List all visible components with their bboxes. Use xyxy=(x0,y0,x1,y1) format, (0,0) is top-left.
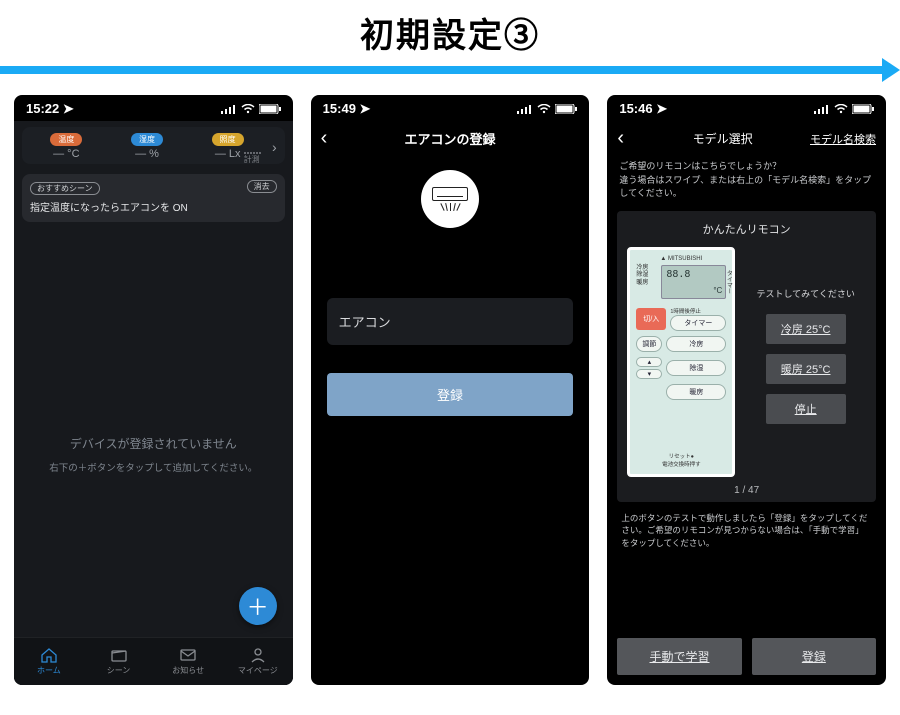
lcd-number: 88.8 xyxy=(666,269,690,280)
back-button[interactable]: ‹ xyxy=(617,127,635,150)
plus-icon: ＋ xyxy=(247,590,269,622)
temp-pill: 温度 xyxy=(50,133,82,146)
temp-value: — °C xyxy=(26,148,107,160)
phone-register-ac: 15:49 ➤ ‹ エアコンの登録 エアコン 登録 xyxy=(311,95,590,685)
battery-icon xyxy=(852,104,874,114)
remote-lcd: 88.8 °C xyxy=(661,265,726,299)
test-heat-button[interactable]: 暖房 25°C xyxy=(766,354,846,384)
phone-model-select: 15:46 ➤ ‹ モデル選択 モデル名検索 ご希望のリモコンはこちらでしょうか… xyxy=(607,95,886,685)
location-icon: ➤ xyxy=(360,101,371,116)
signal-icon xyxy=(221,104,237,114)
tab-label: お知らせ xyxy=(172,665,204,676)
remote-heat-button: 暖房 xyxy=(666,384,726,400)
register-button[interactable]: 登録 xyxy=(752,638,876,675)
ac-icon xyxy=(421,170,479,228)
signal-icon xyxy=(814,104,830,114)
model-search-link[interactable]: モデル名検索 xyxy=(810,131,876,147)
tab-label: シーン xyxy=(107,665,131,676)
lcd-unit: °C xyxy=(713,286,722,295)
tab-mypage[interactable]: マイページ xyxy=(223,638,293,685)
timer-sublabel: 1時間後停止 xyxy=(670,307,726,315)
page-title-row: 初期設定③ xyxy=(0,0,900,57)
remote-down-button: ▾ xyxy=(636,369,662,379)
humidity-value: — % xyxy=(107,148,188,160)
remote-onoff-button: 切/入 xyxy=(636,308,666,330)
hint-text: ご希望のリモコンはこちらでしょうか？ 違う場合はスワイプ、または右上の「モデル名… xyxy=(607,156,886,201)
status-bar: 15:46 ➤ xyxy=(607,95,886,121)
add-device-fab[interactable]: ＋ xyxy=(239,587,277,625)
tab-label: ホーム xyxy=(37,665,61,676)
empty-subtitle: 右下の＋ボタンをタップして追加してください。 xyxy=(49,462,257,476)
tab-notice[interactable]: お知らせ xyxy=(153,638,223,685)
status-bar: 15:22 ➤ xyxy=(14,95,293,121)
tab-bar: ホーム シーン お知らせ マイページ xyxy=(14,637,293,685)
remote-card[interactable]: かんたんリモコン ▲ MITSUBISHI タイマー 冷房 除湿 暖房 88.8… xyxy=(617,211,876,502)
remote-cool-button: 冷房 xyxy=(666,336,726,352)
empty-title: デバイスが登録されていません xyxy=(70,435,237,452)
remote-timer-button: タイマー xyxy=(670,315,726,331)
scene-card[interactable]: おすすめシーン 消去 指定温度になったらエアコンを ON xyxy=(22,174,285,222)
progress-arrow xyxy=(0,63,900,77)
wifi-icon xyxy=(834,104,848,114)
scene-icon xyxy=(110,647,128,663)
status-bar: 15:49 ➤ xyxy=(311,95,590,121)
remote-brand: ▲ MITSUBISHI xyxy=(636,256,726,262)
clock: 15:49 xyxy=(323,101,356,116)
remote-mode-labels: 冷房 除湿 暖房 xyxy=(636,265,658,299)
signal-icon xyxy=(517,104,533,114)
sensor-humidity: 湿度 — % xyxy=(107,133,188,160)
remote-reset-label: リセット● 電池交換時押す xyxy=(630,452,732,468)
page-title: 初期設定③ xyxy=(0,8,900,57)
clock: 15:46 xyxy=(619,101,652,116)
battery-icon xyxy=(259,104,281,114)
test-cool-button[interactable]: 冷房 25°C xyxy=(766,314,846,344)
dismiss-button[interactable]: 消去 xyxy=(247,180,277,193)
remote-adjust-button: 調節 xyxy=(636,336,662,352)
wifi-icon xyxy=(241,104,255,114)
tab-home[interactable]: ホーム xyxy=(14,638,84,685)
sensor-footer: 計測 xyxy=(244,152,263,165)
device-name-input[interactable]: エアコン xyxy=(327,298,574,345)
scene-text: 指定温度になったらエアコンを ON xyxy=(30,199,277,214)
screen-header: ‹ エアコンの登録 xyxy=(311,121,590,156)
tab-label: マイページ xyxy=(238,665,278,676)
screen-title: エアコンの登録 xyxy=(321,129,580,148)
test-column: テストしてみてください 冷房 25°C 暖房 25°C 停止 xyxy=(745,247,866,477)
wifi-icon xyxy=(537,104,551,114)
phone-home: 15:22 ➤ 温度 — °C 湿度 — % 照度 — Lx xyxy=(14,95,293,685)
location-icon: ➤ xyxy=(656,101,667,116)
mail-icon xyxy=(179,647,197,663)
sensor-card[interactable]: 温度 — °C 湿度 — % 照度 — Lx › 計測 xyxy=(22,127,285,164)
remote-dry-button: 除湿 xyxy=(666,360,726,376)
test-stop-button[interactable]: 停止 xyxy=(766,394,846,424)
chevron-right-icon[interactable]: › xyxy=(268,139,281,155)
footer-hint: 上のボタンのテストで動作しましたら「登録」をタップしてください。ご希望のリモコン… xyxy=(607,502,886,550)
location-icon: ➤ xyxy=(63,101,74,116)
remote-card-title: かんたんリモコン xyxy=(627,221,866,237)
remote-up-button: ▴ xyxy=(636,357,662,367)
recommend-pill: おすすめシーン xyxy=(30,182,100,195)
pager: 1 / 47 xyxy=(627,485,866,496)
sensor-temp: 温度 — °C xyxy=(26,133,107,160)
manual-learn-button[interactable]: 手動で学習 xyxy=(617,638,741,675)
home-icon xyxy=(40,647,58,663)
humidity-pill: 湿度 xyxy=(131,133,163,146)
lux-pill: 照度 xyxy=(212,133,244,146)
tab-scene[interactable]: シーン xyxy=(84,638,154,685)
test-label: テストしてみてください xyxy=(756,287,854,300)
register-button[interactable]: 登録 xyxy=(327,373,574,416)
user-icon xyxy=(249,647,267,663)
screen-header: ‹ モデル選択 モデル名検索 xyxy=(607,121,886,156)
battery-icon xyxy=(555,104,577,114)
clock: 15:22 xyxy=(26,101,59,116)
remote-image: ▲ MITSUBISHI タイマー 冷房 除湿 暖房 88.8 °C 切/入 1… xyxy=(627,247,735,477)
screen-title: モデル選択 xyxy=(643,130,802,147)
